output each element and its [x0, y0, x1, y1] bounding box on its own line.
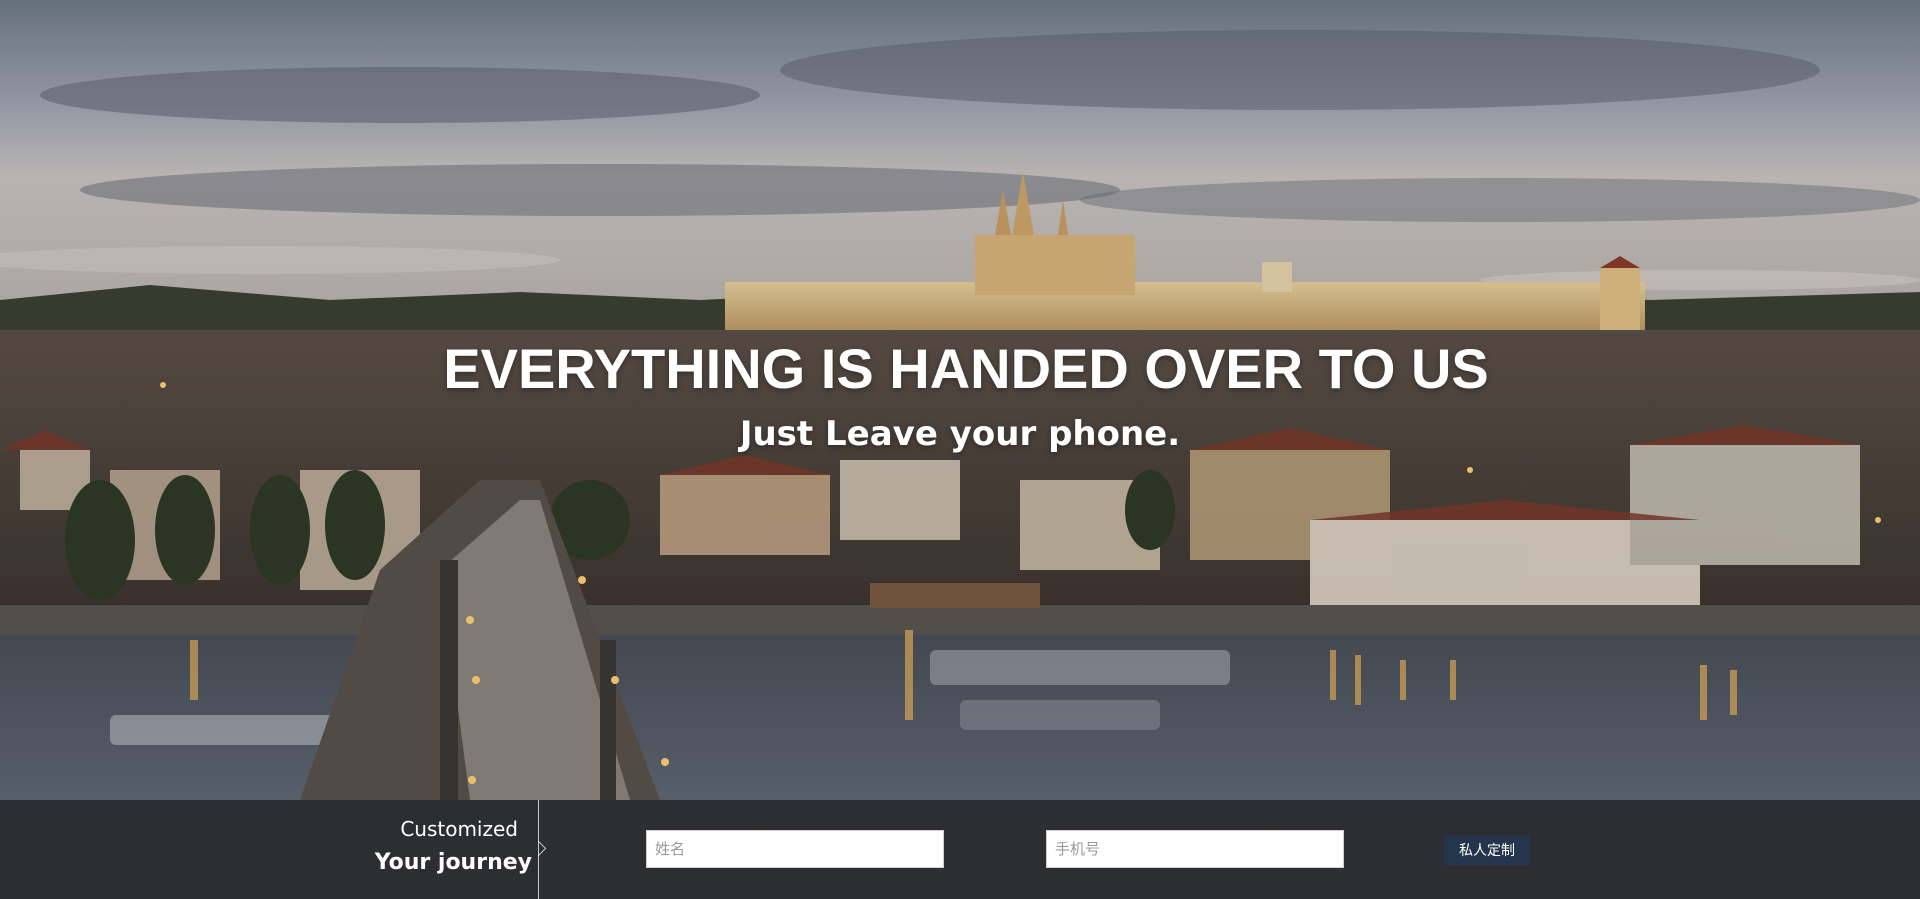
name-input[interactable] [646, 830, 944, 868]
hero-headline: EVERYTHING IS HANDED OVER TO US [443, 337, 1489, 400]
inquiry-form-bar: Customized Your journey 私人定制 [0, 800, 1920, 899]
phone-input[interactable] [1046, 830, 1344, 868]
chevron-right-icon [530, 840, 547, 857]
hero-subheadline: Just Leave your phone. [739, 414, 1181, 454]
journey-label-line2: Your journey [374, 850, 532, 875]
hero-section: EVERYTHING IS HANDED OVER TO US Just Lea… [0, 0, 1920, 899]
journey-label-line1: Customized [400, 817, 518, 841]
private-customize-button[interactable]: 私人定制 [1444, 835, 1530, 865]
journey-label-block: Customized Your journey [300, 800, 547, 899]
